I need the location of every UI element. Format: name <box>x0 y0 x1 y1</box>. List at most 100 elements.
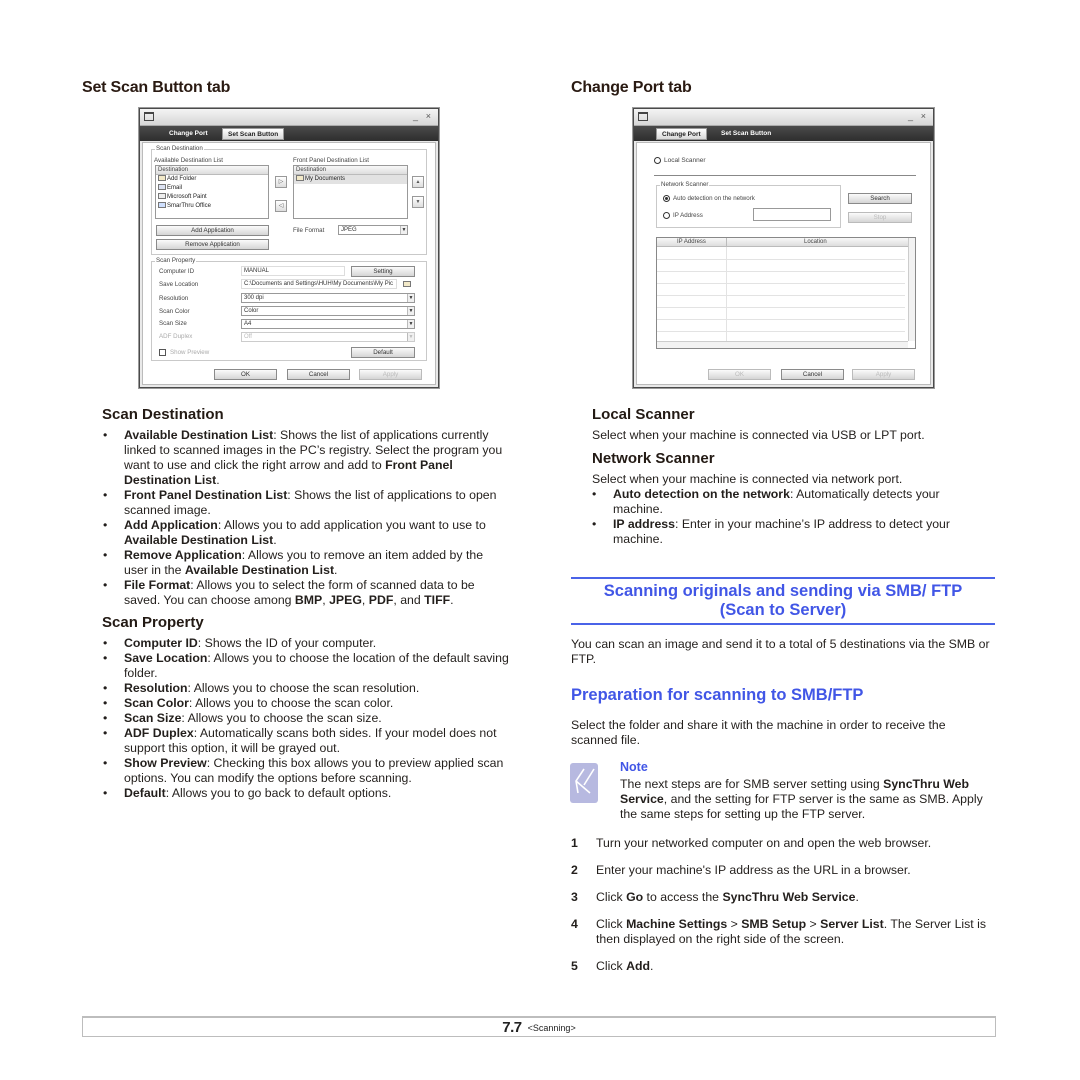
chevron-down-icon: ▼ <box>407 307 414 315</box>
scan-size-select[interactable]: A4 ▼ <box>241 319 415 329</box>
network-scanner-group: Network Scanner Auto detection on the ne… <box>656 181 841 228</box>
list-item: Default: Allows you to go back to defaul… <box>100 786 510 801</box>
list-item: Scan Color: Allows you to choose the sca… <box>100 696 510 711</box>
list-item: Remove Application: Allows you to remove… <box>100 548 510 578</box>
group-label: Network Scanner <box>660 181 710 188</box>
computer-id-label: Computer ID <box>159 268 195 275</box>
auto-detection-radio[interactable] <box>663 195 670 202</box>
setting-button[interactable]: Setting <box>351 266 415 277</box>
default-button[interactable]: Default <box>351 347 415 358</box>
move-down-button[interactable]: ▼ <box>412 196 424 208</box>
network-scanner-heading: Network Scanner <box>592 450 715 467</box>
scan-property-heading: Scan Property <box>102 614 204 631</box>
dialog-tabbar: Change Port Set Scan Button <box>140 126 438 141</box>
adf-duplex-select: Off ▼ <box>241 332 415 342</box>
search-button[interactable]: Search <box>848 193 912 204</box>
save-location-field: C:\Documents and Settings\HUH\My Documen… <box>241 279 397 289</box>
list-item: Save Location: Allows you to choose the … <box>100 651 510 681</box>
tab-change-port[interactable]: Change Port <box>656 128 707 140</box>
minimize-icon[interactable]: _ <box>908 111 913 121</box>
column-ip-address[interactable]: IP Address <box>677 238 706 246</box>
scanner-table[interactable]: IP Address Location <box>656 237 916 349</box>
available-destination-list[interactable]: Destination Add Folder Email Microsoft P… <box>155 165 269 219</box>
minimize-icon[interactable]: _ <box>413 111 418 121</box>
list-item: Front Panel Destination List: Shows the … <box>100 488 510 518</box>
scan-destination-list: Available Destination List: Shows the li… <box>100 428 510 608</box>
list-header: Destination <box>294 166 407 175</box>
list-item: File Format: Allows you to select the fo… <box>100 578 510 608</box>
show-preview-label: Show Preview <box>170 349 210 356</box>
steps-list: 1 Turn your networked computer on and ope… <box>571 836 996 986</box>
list-item: Computer ID: Shows the ID of your comput… <box>100 636 510 651</box>
computer-id-field: MANUAL <box>241 266 345 276</box>
preparation-text: Select the folder and share it with the … <box>571 718 946 747</box>
local-scanner-label: Local Scanner <box>664 157 706 164</box>
tab-change-port[interactable]: Change Port <box>164 128 213 140</box>
dialog-content: Scan Destination Available Destination L… <box>142 142 436 385</box>
vertical-scrollbar[interactable] <box>908 238 915 341</box>
ok-button: OK <box>708 369 771 380</box>
local-scanner-heading: Local Scanner <box>592 406 695 423</box>
chevron-down-icon: ▼ <box>407 320 414 328</box>
list-item[interactable]: Microsoft Paint <box>156 193 268 202</box>
change-port-tab-heading: Change Port tab <box>571 79 692 96</box>
list-item[interactable]: SmarThru Office <box>156 202 268 211</box>
paint-icon <box>158 193 166 200</box>
front-panel-list-label: Front Panel Destination List <box>293 157 370 164</box>
scan-size-label: Scan Size <box>159 320 187 327</box>
banner-title-line1: Scanning originals and sending via SMB/ … <box>603 582 963 600</box>
add-to-front-panel-button[interactable]: ▷ <box>275 176 287 188</box>
list-item[interactable]: My Documents <box>294 175 407 184</box>
resolution-select[interactable]: 300 dpi ▼ <box>241 293 415 303</box>
tab-set-scan-button[interactable]: Set Scan Button <box>716 128 776 140</box>
page-footer: 7.7 <Scanning> <box>82 1016 996 1037</box>
remove-application-button[interactable]: Remove Application <box>156 239 269 250</box>
table-header: IP Address Location <box>657 238 915 247</box>
scan-color-select[interactable]: Color ▼ <box>241 306 415 316</box>
show-preview-checkbox[interactable] <box>159 349 166 356</box>
ip-address-label: IP Address <box>673 212 703 219</box>
front-panel-destination-list[interactable]: Destination My Documents <box>293 165 408 219</box>
close-icon[interactable]: × <box>426 111 431 121</box>
folder-browse-icon[interactable] <box>403 281 411 287</box>
local-scanner-text: Select when your machine is connected vi… <box>592 428 925 442</box>
dialog-content: Local Scanner Network Scanner Auto detec… <box>636 142 931 385</box>
cancel-button[interactable]: Cancel <box>781 369 844 380</box>
dialog-titlebar: _ × <box>634 109 933 126</box>
group-label: Scan Property <box>155 257 197 264</box>
list-item: ADF Duplex: Automatically scans both sid… <box>100 726 510 756</box>
list-item[interactable]: Add Folder <box>156 175 268 184</box>
banner-title-line2: (Scan to Server) <box>719 601 847 619</box>
horizontal-scrollbar[interactable] <box>657 341 908 348</box>
column-location[interactable]: Location <box>804 238 827 246</box>
local-scanner-radio[interactable] <box>654 157 661 164</box>
ok-button[interactable]: OK <box>214 369 277 380</box>
list-item[interactable]: Email <box>156 184 268 193</box>
resolution-label: Resolution <box>159 295 189 302</box>
remove-from-front-panel-button[interactable]: ◁ <box>275 200 287 212</box>
file-format-select[interactable]: JPEG ▼ <box>338 225 408 235</box>
save-location-label: Save Location <box>159 281 199 288</box>
group-label: Scan Destination <box>155 145 204 152</box>
scan-color-label: Scan Color <box>159 308 190 315</box>
scanner-app-icon <box>638 112 648 121</box>
scan-destination-heading: Scan Destination <box>102 406 224 423</box>
move-up-button[interactable]: ▲ <box>412 176 424 188</box>
preparation-heading: Preparation for scanning to SMB/FTP <box>571 686 864 704</box>
ip-address-input[interactable] <box>753 208 831 221</box>
stop-button: Stop <box>848 212 912 223</box>
list-item: Available Destination List: Shows the li… <box>100 428 510 488</box>
adf-duplex-label: ADF Duplex <box>159 333 193 340</box>
scan-property-group: Scan Property Computer ID MANUAL Setting… <box>151 257 427 361</box>
close-icon[interactable]: × <box>921 111 926 121</box>
cancel-button[interactable]: Cancel <box>287 369 350 380</box>
add-application-button[interactable]: Add Application <box>156 225 269 236</box>
tab-set-scan-button[interactable]: Set Scan Button <box>222 128 285 140</box>
divider <box>654 175 916 176</box>
list-item: Resolution: Allows you to choose the sca… <box>100 681 510 696</box>
ip-address-radio[interactable] <box>663 212 670 219</box>
dialog-tabbar: Change Port Set Scan Button <box>634 126 933 141</box>
banner-intro-text: You can scan an image and send it to a t… <box>571 637 990 666</box>
dialog-titlebar: _ × <box>140 109 438 126</box>
network-scanner-list: Auto detection on the network: Automatic… <box>589 487 989 547</box>
